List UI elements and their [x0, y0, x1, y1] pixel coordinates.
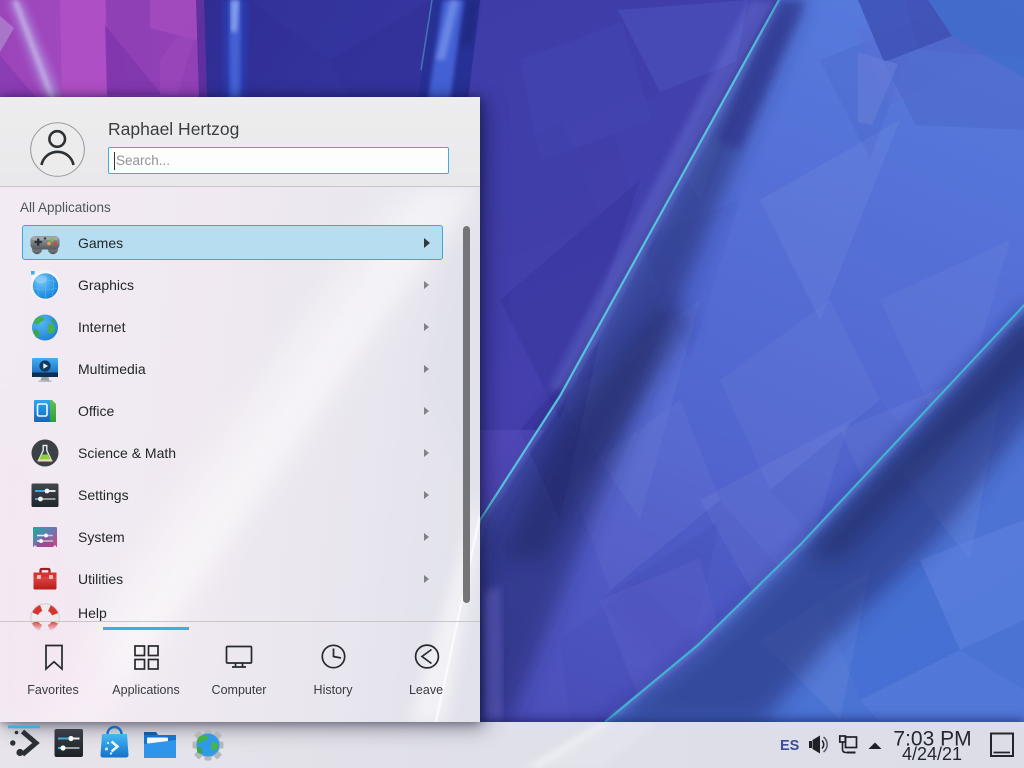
svg-text:4/24/21: 4/24/21 — [902, 744, 962, 764]
svg-text:ES: ES — [780, 738, 800, 754]
